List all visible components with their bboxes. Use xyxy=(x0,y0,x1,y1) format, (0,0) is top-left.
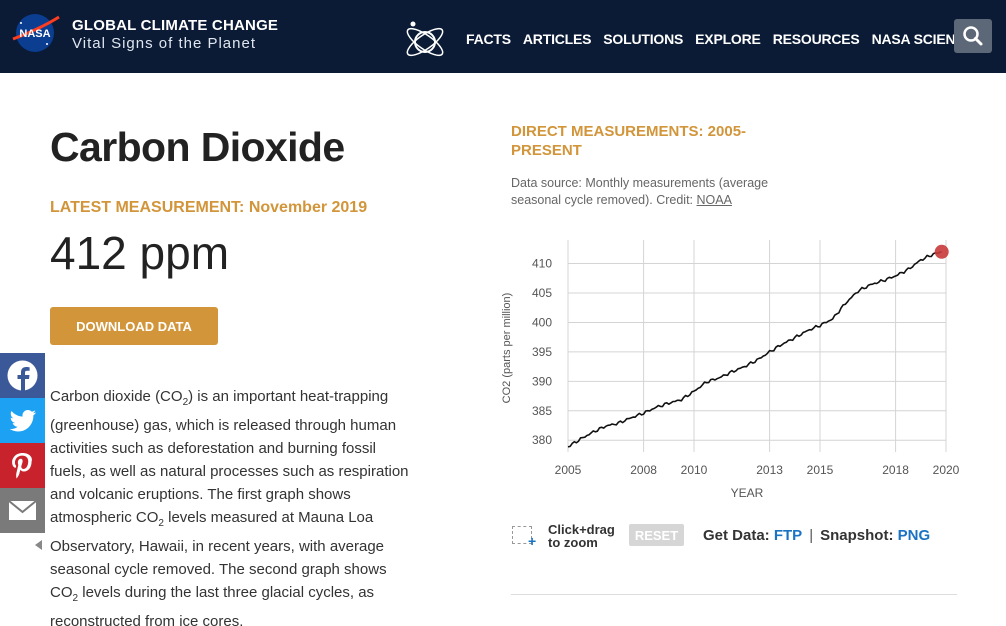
y-tick-label: 390 xyxy=(532,374,552,388)
email-share-button[interactable] xyxy=(0,488,45,533)
nasa-logo-text: NASA xyxy=(19,28,50,40)
globe-orbit-icon[interactable] xyxy=(402,18,448,62)
download-data-button[interactable]: DOWNLOAD DATA xyxy=(50,307,218,345)
nav-explore[interactable]: EXPLORE xyxy=(695,31,761,47)
email-icon xyxy=(8,500,37,520)
co2-series-line xyxy=(567,251,942,448)
reset-zoom-button[interactable]: RESET xyxy=(629,524,684,546)
link-separator: | xyxy=(809,527,814,544)
pinterest-share-button[interactable] xyxy=(0,443,45,488)
nav-resources[interactable]: RESOURCES xyxy=(773,31,860,47)
latest-data-point xyxy=(934,244,949,259)
zoom-instructions: Click+drag to zoom xyxy=(548,522,615,550)
nav-facts[interactable]: FACTS xyxy=(466,31,511,47)
site-subtitle[interactable]: Vital Signs of the Planet xyxy=(72,35,256,52)
search-icon xyxy=(963,26,983,46)
twitter-icon xyxy=(9,410,37,432)
search-button[interactable] xyxy=(954,19,992,53)
x-tick-label: 2018 xyxy=(882,463,909,477)
x-tick-label: 2013 xyxy=(756,463,783,477)
pinterest-icon xyxy=(12,453,32,479)
facebook-icon xyxy=(7,360,38,391)
chart-source: Data source: Monthly measurements (avera… xyxy=(511,176,769,207)
noaa-link[interactable]: NOAA xyxy=(697,193,732,207)
x-tick-label: 2008 xyxy=(630,463,657,477)
co2-line-chart[interactable]: 380 385 390 395 400 405 410 2005 2008 2010 2013 201… xyxy=(490,228,970,510)
nav-solutions[interactable]: SOLUTIONS xyxy=(603,31,683,47)
site-title[interactable]: GLOBAL CLIMATE CHANGE xyxy=(72,17,278,34)
section-divider xyxy=(511,594,957,595)
get-data-links: Get Data: FTP | Snapshot: PNG xyxy=(703,527,930,544)
x-tick-label: 2015 xyxy=(807,463,834,477)
x-tick-label: 2010 xyxy=(681,463,708,477)
top-navigation-bar: NASA GLOBAL CLIMATE CHANGE Vital Signs o… xyxy=(0,0,1006,73)
collapse-social-arrow-icon[interactable] xyxy=(35,540,42,550)
nasa-logo[interactable]: NASA xyxy=(11,13,60,53)
y-tick-label: 395 xyxy=(532,345,552,359)
zoom-plus-icon: + xyxy=(528,533,537,549)
facebook-share-button[interactable] xyxy=(0,353,45,398)
y-tick-label: 410 xyxy=(532,257,552,271)
nav-articles[interactable]: ARTICLES xyxy=(523,31,592,47)
y-axis-label: CO2 (parts per million) xyxy=(501,293,513,404)
y-tick-label: 385 xyxy=(532,404,552,418)
chart-heading: DIRECT MEASUREMENTS: 2005-PRESENT xyxy=(511,123,747,159)
snapshot-label: Snapshot: xyxy=(820,527,894,544)
page-title: Carbon Dioxide xyxy=(50,124,345,170)
x-axis-label: YEAR xyxy=(731,486,764,500)
main-nav: FACTS ARTICLES SOLUTIONS EXPLORE RESOURC… xyxy=(466,31,986,47)
get-data-label: Get Data: xyxy=(703,527,770,544)
x-tick-label: 2005 xyxy=(555,463,582,477)
description-text: Carbon dioxide (CO2) is an important hea… xyxy=(50,388,409,626)
y-tick-label: 380 xyxy=(532,433,552,447)
latest-measurement-label: LATEST MEASUREMENT: November 2019 xyxy=(50,199,368,216)
y-tick-label: 405 xyxy=(532,286,552,300)
latest-measurement-value: 412 ppm xyxy=(50,227,230,279)
png-link[interactable]: PNG xyxy=(898,527,931,544)
twitter-share-button[interactable] xyxy=(0,398,45,443)
ftp-link[interactable]: FTP xyxy=(774,527,802,544)
x-tick-label: 2020 xyxy=(933,463,960,477)
y-tick-label: 400 xyxy=(532,315,552,329)
